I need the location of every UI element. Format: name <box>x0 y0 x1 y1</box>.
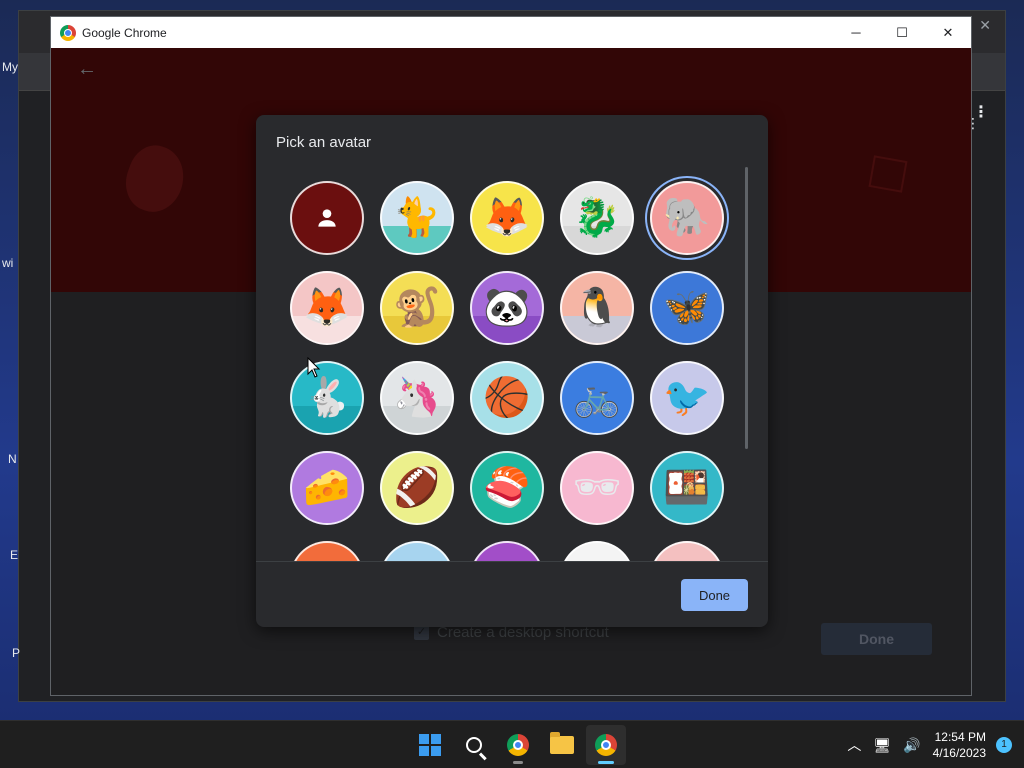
dialog-scrollbar[interactable] <box>745 167 748 449</box>
fox-dog-icon: 🦊 <box>483 197 531 239</box>
sunglasses-icon: 🕶 <box>572 467 622 509</box>
windows-logo-icon <box>419 734 441 756</box>
chrome-logo-icon <box>60 24 76 41</box>
unicorn-icon: 🦄 <box>393 377 441 419</box>
chrome-icon <box>595 734 617 756</box>
bicycle-icon: 🚲 <box>573 377 621 419</box>
dialog-title: Pick an avatar <box>276 134 372 151</box>
monkey-icon: 🐒 <box>393 287 441 329</box>
minimize-button[interactable]: ─ <box>833 17 879 48</box>
taskbar-apps <box>408 721 628 768</box>
sushi-roll-icon: 🍱 <box>663 467 711 509</box>
notification-badge[interactable]: 1 <box>996 737 1012 753</box>
desktop-label-2: wi <box>2 256 14 270</box>
avatar-option-cat[interactable]: 🐈 <box>380 181 454 255</box>
chevron-up-icon[interactable]: ︿ <box>847 735 861 755</box>
avatar-option-basketball[interactable]: 🏀 <box>470 361 544 435</box>
maximize-button[interactable]: ☐ <box>879 17 925 48</box>
desktop-label-1: My <box>2 60 18 74</box>
avatar-option-football[interactable]: 🏈 <box>380 451 454 525</box>
done-button[interactable]: Done <box>681 579 748 611</box>
running-indicator <box>513 761 523 764</box>
taskbar: ︿ 🖥 🔊 12:54 PM 4/16/2023 1 <box>0 720 1024 768</box>
fox-icon: 🦊 <box>303 287 351 329</box>
avatar-option-rabbit[interactable]: 🐇 <box>290 361 364 435</box>
avatar-option-partial-5[interactable] <box>650 541 724 561</box>
avatar-option-elephant[interactable]: 🐘 <box>650 181 724 255</box>
active-indicator <box>598 761 614 764</box>
clock[interactable]: 12:54 PM 4/16/2023 <box>933 729 986 761</box>
taskbar-search-button[interactable] <box>454 725 494 765</box>
volume-icon[interactable]: 🔊 <box>903 737 920 754</box>
taskbar-chrome-profile-button[interactable] <box>498 725 538 765</box>
clock-time: 12:54 PM <box>934 730 986 744</box>
desktop-label-5: P <box>12 646 21 660</box>
avatar-dialog: Pick an avatar 🐈 🦊 🐉 🐘 🦊 🐒 🐼 🐧 🦋 🐇 🦄 🏀 🚲 🐦 🧀 🏈 🍣 🕶 🍱 Done <box>256 115 768 627</box>
mouse-cursor-icon <box>307 357 321 378</box>
folder-icon <box>550 732 574 754</box>
dialog-divider <box>256 561 768 562</box>
desktop-label-4: E <box>10 548 19 562</box>
avatar-grid: 🐈 🦊 🐉 🐘 🦊 🐒 🐼 🐧 🦋 🐇 🦄 🏀 🚲 🐦 🧀 🏈 🍣 🕶 🍱 <box>290 181 724 561</box>
avatar-scroll-area[interactable]: 🐈 🦊 🐉 🐘 🦊 🐒 🐼 🐧 🦋 🐇 🦄 🏀 🚲 🐦 🧀 🏈 🍣 🕶 🍱 <box>256 167 768 561</box>
sushi-plate-icon: 🍣 <box>483 467 531 509</box>
avatar-option-partial-4[interactable] <box>560 541 634 561</box>
person-icon <box>318 209 336 227</box>
avatar-option-dragon[interactable]: 🐉 <box>560 181 634 255</box>
avatar-option-butterfly[interactable]: 🦋 <box>650 271 724 345</box>
dragon-icon: 🐉 <box>573 197 621 239</box>
butterfly-icon: 🦋 <box>663 287 711 329</box>
avatar-option-cheese[interactable]: 🧀 <box>290 451 364 525</box>
basketball-icon: 🏀 <box>483 377 531 419</box>
avatar-option-bird[interactable]: 🐦 <box>650 361 724 435</box>
network-icon[interactable]: 🖥 <box>873 737 891 754</box>
avatar-option-fox-dog[interactable]: 🦊 <box>470 181 544 255</box>
cheese-icon: 🧀 <box>303 467 351 509</box>
avatar-option-sunglasses[interactable]: 🕶 <box>560 451 634 525</box>
system-tray: ︿ 🖥 🔊 12:54 PM 4/16/2023 1 <box>841 721 1024 768</box>
avatar-option-generic-person[interactable] <box>290 181 364 255</box>
avatar-option-partial-2[interactable] <box>380 541 454 561</box>
avatar-option-panda[interactable]: 🐼 <box>470 271 544 345</box>
avatar-option-sushi-roll[interactable]: 🍱 <box>650 451 724 525</box>
avatar-option-partial-1[interactable] <box>290 541 364 561</box>
chrome-profile-icon <box>507 734 529 756</box>
taskbar-file-explorer-button[interactable] <box>542 725 582 765</box>
search-icon <box>466 737 482 753</box>
start-button[interactable] <box>410 725 450 765</box>
avatar-option-sushi-plate[interactable]: 🍣 <box>470 451 544 525</box>
desktop-label-3: N <box>8 452 17 466</box>
title-bar[interactable]: Google Chrome ─ ☐ ✕ <box>51 17 971 48</box>
elephant-icon: 🐘 <box>663 197 711 239</box>
rabbit-icon: 🐇 <box>303 377 351 419</box>
bird-icon: 🐦 <box>663 377 711 419</box>
panda-icon: 🐼 <box>483 287 531 329</box>
taskbar-chrome-button[interactable] <box>586 725 626 765</box>
clock-date: 4/16/2023 <box>932 746 986 760</box>
avatar-option-monkey[interactable]: 🐒 <box>380 271 454 345</box>
football-icon: 🏈 <box>393 467 441 509</box>
window-controls: ─ ☐ ✕ <box>833 17 971 48</box>
cat-icon: 🐈 <box>393 197 441 239</box>
avatar-option-penguin[interactable]: 🐧 <box>560 271 634 345</box>
avatar-option-fox[interactable]: 🦊 <box>290 271 364 345</box>
avatar-option-partial-3[interactable] <box>470 541 544 561</box>
window-title: Google Chrome <box>82 25 167 40</box>
penguin-icon: 🐧 <box>573 287 621 329</box>
avatar-option-unicorn[interactable]: 🦄 <box>380 361 454 435</box>
background-close-icon[interactable]: ✕ <box>979 17 991 34</box>
close-button[interactable]: ✕ <box>925 17 971 48</box>
avatar-option-bicycle[interactable]: 🚲 <box>560 361 634 435</box>
